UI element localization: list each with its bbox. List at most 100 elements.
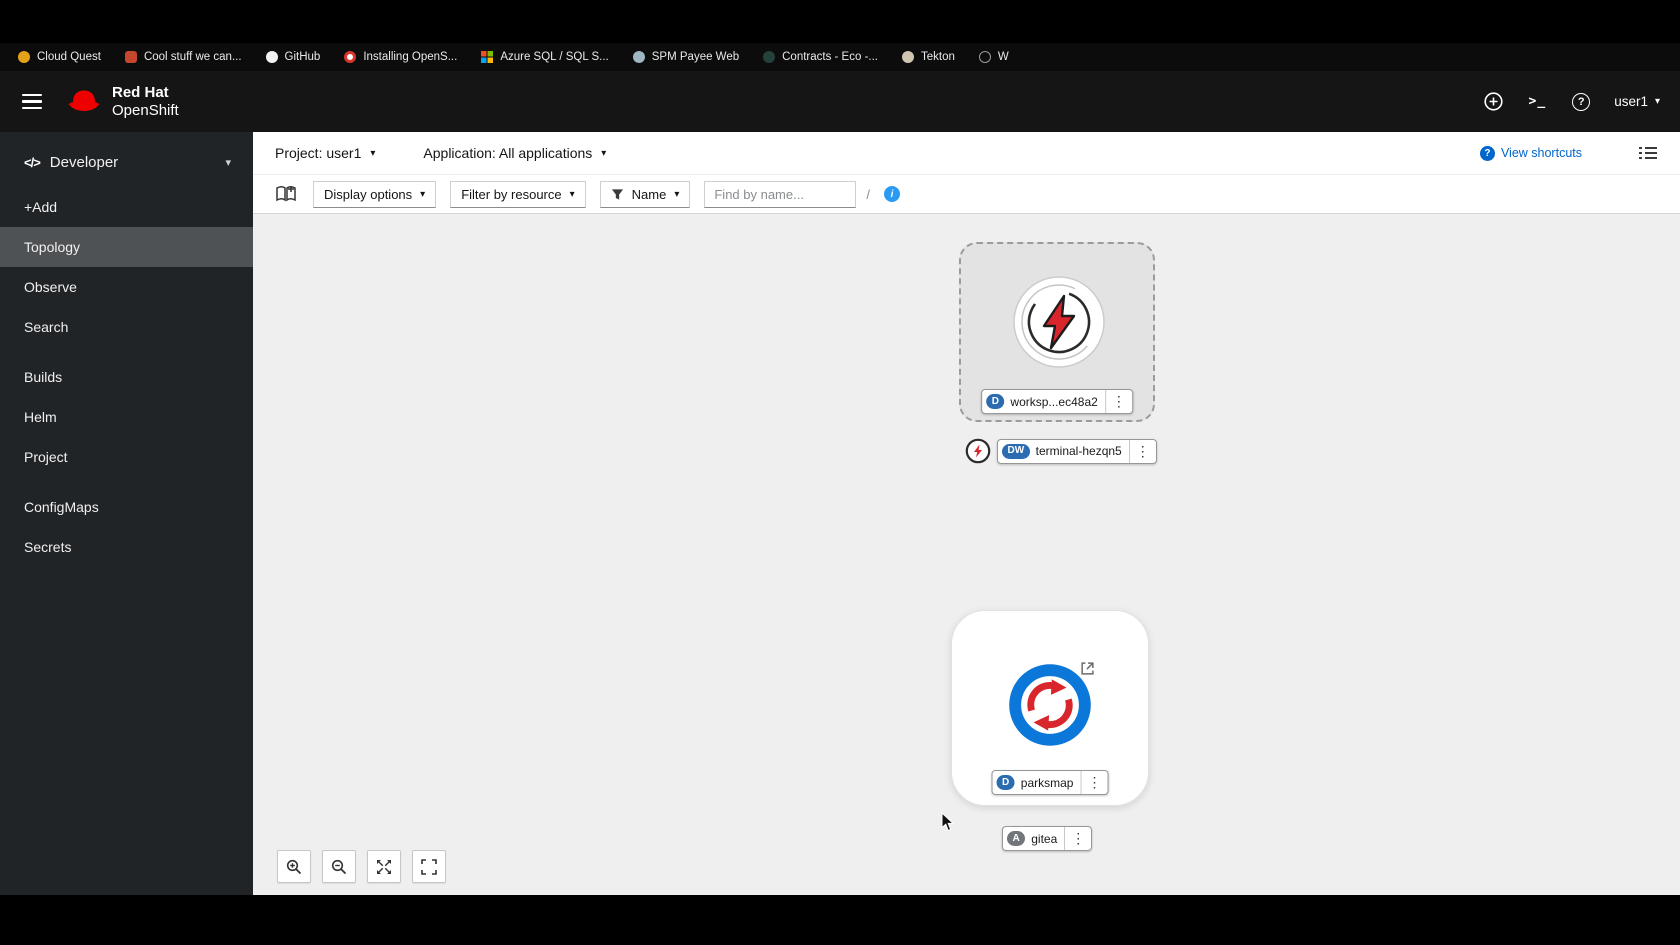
browser-bookmarks-bar: Cloud Quest Cool stuff we can... GitHub … [0, 43, 1680, 71]
perspective-switcher[interactable]: </> Developer ▾ [0, 144, 253, 187]
catalog-book-icon [276, 186, 296, 202]
bookmark-spm-payee[interactable]: SPM Payee Web [632, 51, 739, 63]
help-button[interactable]: ? [1570, 91, 1592, 113]
openshift-favicon [344, 51, 357, 63]
project-dropdown[interactable]: Project: user1 ▾ [275, 145, 375, 161]
parksmap-node[interactable]: D parksmap ⋮ [951, 610, 1149, 806]
terminal-kebab-menu[interactable]: ⋮ [1128, 439, 1156, 463]
fullscreen-button[interactable] [412, 850, 446, 883]
bookmark-label: GitHub [284, 51, 321, 63]
mouse-cursor [941, 812, 955, 832]
topology-canvas[interactable]: D worksp...ec48a2 ⋮ DW terminal-hezqn5 ⋮ [253, 214, 1680, 895]
bookmark-installing-openshift[interactable]: Installing OpenS... [344, 51, 457, 63]
brand-line1: Red Hat [112, 84, 169, 102]
name-filter-dropdown[interactable]: Name ▾ [599, 180, 691, 208]
workspace-node[interactable]: D worksp...ec48a2 ⋮ [959, 242, 1155, 422]
letterbox-top [0, 0, 1680, 43]
cool-stuff-favicon [124, 51, 137, 63]
sidebar-item-project[interactable]: Project [0, 437, 253, 477]
letterbox-bottom [0, 895, 1680, 945]
main-content: Project: user1 ▾ Application: All applic… [253, 132, 1680, 895]
bookmark-tekton[interactable]: Tekton [901, 51, 955, 63]
chevron-down-icon: ▾ [601, 147, 607, 159]
bookmark-label: Cool stuff we can... [143, 51, 242, 63]
fit-to-screen-button[interactable] [367, 850, 401, 883]
bookmark-label: Installing OpenS... [363, 51, 458, 63]
gitea-node-label[interactable]: A gitea ⋮ [1002, 826, 1093, 851]
workspace-node-label[interactable]: D worksp...ec48a2 ⋮ [981, 389, 1133, 414]
chevron-down-icon: ▾ [1654, 96, 1660, 107]
parksmap-kebab-menu[interactable]: ⋮ [1080, 771, 1107, 794]
terminal-node-name: terminal-hezqn5 [1035, 444, 1122, 458]
bookmark-cool-stuff[interactable]: Cool stuff we can... [124, 51, 242, 63]
perspective-label: Developer [49, 154, 119, 171]
bookmark-contracts[interactable]: Contracts - Eco -... [763, 51, 878, 63]
external-link-icon[interactable] [1080, 661, 1095, 681]
brand-text: Red Hat OpenShift [112, 84, 179, 119]
zoom-in-button[interactable] [277, 850, 311, 883]
zoom-out-button[interactable] [322, 850, 356, 883]
info-icon[interactable]: i [883, 186, 900, 202]
brand-line2: OpenShift [112, 101, 179, 119]
devworkspace-badge: DW [1002, 443, 1030, 459]
quick-create-button[interactable] [1482, 90, 1505, 113]
gitea-kebab-menu[interactable]: ⋮ [1064, 827, 1091, 850]
terminal-node-label[interactable]: DW terminal-hezqn5 ⋮ [997, 438, 1157, 464]
filter-by-resource-label: Filter by resource [461, 186, 562, 202]
zoom-in-icon [286, 859, 302, 874]
sidebar-item-helm[interactable]: Helm [0, 397, 253, 437]
sidebar-item-add[interactable]: +Add [0, 187, 253, 227]
sidebar-item-observe[interactable]: Observe [0, 267, 253, 307]
bookmark-azure-sql[interactable]: Azure SQL / SQL S... [481, 51, 609, 63]
cloud-quest-favicon [18, 51, 30, 63]
chevron-down-icon: ▾ [420, 188, 426, 200]
help-circle-icon: ? [1479, 145, 1495, 161]
menu-toggle-button[interactable] [18, 90, 46, 114]
deployment-badge: D [986, 394, 1005, 409]
devworkspace-icon [1013, 276, 1105, 368]
bookmark-label: Azure SQL / SQL S... [500, 51, 609, 63]
sidebar-item-configmaps[interactable]: ConfigMaps [0, 487, 253, 527]
sidebar-item-secrets[interactable]: Secrets [0, 527, 253, 567]
view-shortcuts-link[interactable]: ? View shortcuts [1479, 145, 1582, 161]
fullscreen-icon [421, 858, 437, 875]
bookmark-github[interactable]: GitHub [265, 51, 321, 63]
display-options-dropdown[interactable]: Display options ▾ [313, 180, 437, 208]
context-bar: Project: user1 ▾ Application: All applic… [253, 132, 1680, 175]
sidebar-item-topology[interactable]: Topology [0, 227, 253, 267]
workspace-node-name: worksp...ec48a2 [1010, 394, 1098, 409]
application-dropdown-label: Application: All applications [423, 145, 593, 161]
sidebar-item-builds[interactable]: Builds [0, 357, 253, 397]
chevron-down-icon: ▾ [569, 188, 575, 200]
user-menu[interactable]: user1 ▾ [1614, 94, 1660, 109]
bookmark-label: Tekton [920, 51, 955, 63]
find-by-name-input[interactable] [704, 180, 857, 208]
masthead-actions: >_ ? user1 ▾ [1482, 90, 1660, 113]
application-dropdown[interactable]: Application: All applications ▾ [423, 145, 606, 161]
bookmark-w[interactable]: W [978, 51, 1009, 63]
quick-search-button[interactable] [275, 185, 297, 203]
gitea-node-name: gitea [1031, 831, 1058, 846]
terminal-node[interactable]: DW terminal-hezqn5 ⋮ [965, 438, 1157, 464]
filter-by-resource-dropdown[interactable]: Filter by resource ▾ [450, 180, 586, 208]
name-filter-label: Name [631, 186, 667, 202]
expand-arrows-icon [377, 859, 391, 874]
bookmark-label: W [997, 51, 1009, 63]
plus-circle-icon [1483, 92, 1503, 111]
workspace-kebab-menu[interactable]: ⋮ [1104, 390, 1132, 413]
web-terminal-button[interactable]: >_ [1527, 92, 1549, 111]
view-shortcuts-label: View shortcuts [1500, 146, 1582, 160]
bookmark-label: Contracts - Eco -... [782, 51, 878, 63]
parksmap-node-label[interactable]: D parksmap ⋮ [991, 770, 1109, 795]
redhat-fedora-icon [68, 90, 100, 111]
bookmark-label: Cloud Quest [37, 51, 101, 63]
openshift-logo[interactable]: Red Hat OpenShift [66, 84, 179, 119]
chevron-down-icon: ▾ [225, 157, 231, 169]
zoom-out-icon [331, 859, 347, 874]
sidebar-item-search[interactable]: Search [0, 307, 253, 347]
list-view-toggle-button[interactable] [1638, 145, 1658, 161]
username: user1 [1614, 94, 1648, 109]
keyboard-shortcut-hint: / [866, 186, 870, 202]
bookmark-cloud-quest[interactable]: Cloud Quest [18, 51, 101, 63]
sidebar: </> Developer ▾ +Add Topology Observe Se… [0, 132, 253, 895]
